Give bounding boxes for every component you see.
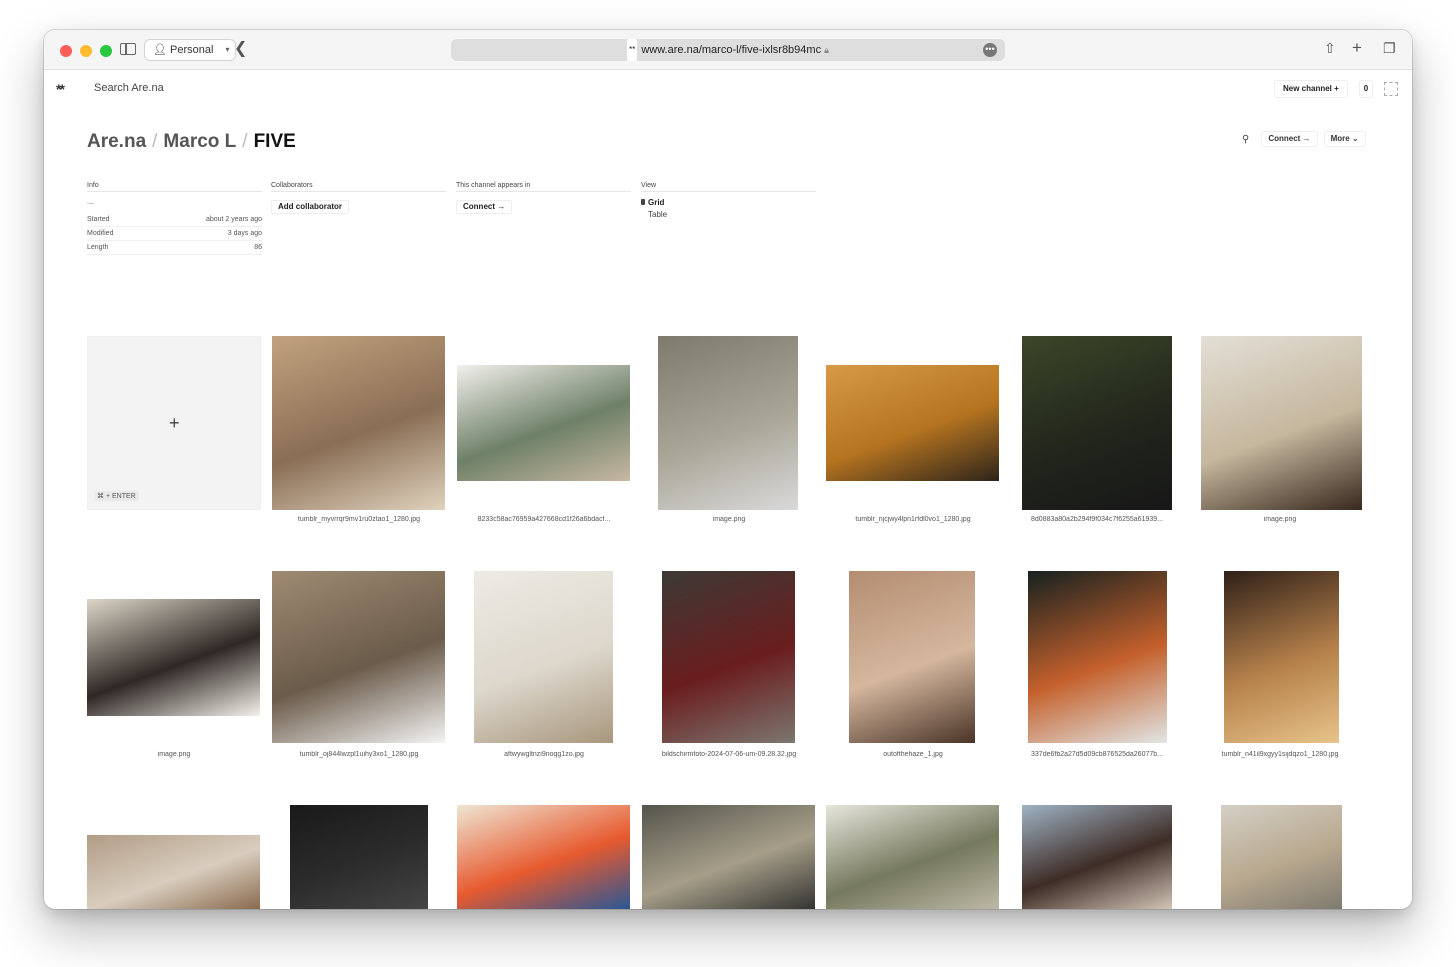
block-thumbnail[interactable] bbox=[457, 805, 630, 909]
block-caption[interactable]: tumblr_oj844lwzpl1uihy3xo1_1280.jpg bbox=[272, 751, 446, 758]
block-thumbnail[interactable] bbox=[474, 571, 613, 743]
block-thumbnail[interactable] bbox=[87, 835, 260, 909]
appears-connect-button[interactable]: Connect → bbox=[456, 200, 513, 214]
length-value: 86 bbox=[254, 244, 262, 251]
browser-window: 👤︎ Personal ▾ ❮ ** www.are.na/marco-l/fiv… bbox=[44, 30, 1412, 909]
view-grid-label: Grid bbox=[648, 198, 665, 207]
selected-dot-icon bbox=[641, 199, 645, 205]
window-controls bbox=[60, 45, 112, 57]
block-thumbnail[interactable] bbox=[1221, 805, 1342, 909]
block-caption[interactable]: outofthehaze_1.jpg bbox=[826, 751, 1000, 758]
profile-switcher[interactable]: 👤︎ Personal ▾ bbox=[144, 39, 237, 61]
notification-count-badge[interactable]: 0 bbox=[1359, 80, 1373, 98]
view-heading: View bbox=[641, 182, 816, 192]
collaborators-section: Collaborators Add collaborator bbox=[271, 182, 446, 214]
arena-logo[interactable]: ** bbox=[56, 81, 65, 97]
browser-toolbar: 👤︎ Personal ▾ ❮ ** www.are.na/marco-l/fiv… bbox=[44, 30, 1412, 70]
block-thumbnail[interactable] bbox=[87, 599, 260, 716]
block-thumbnail[interactable] bbox=[272, 571, 445, 743]
block-caption[interactable]: image.png bbox=[1193, 516, 1367, 523]
sidebar-toggle-icon[interactable] bbox=[120, 43, 136, 55]
share-icon[interactable]: ⇧ bbox=[1324, 41, 1336, 55]
block-caption[interactable]: aftwywgltnzi9noqg1zo.jpg bbox=[457, 751, 631, 758]
view-table-option[interactable]: Table bbox=[648, 210, 816, 219]
add-block-button[interactable]: + ⌘ + ENTER bbox=[87, 336, 261, 510]
modified-value: 3 days ago bbox=[227, 230, 262, 237]
block-thumbnail[interactable] bbox=[1224, 571, 1339, 743]
view-grid-option[interactable]: Grid bbox=[641, 198, 816, 207]
breadcrumb-separator: / bbox=[152, 131, 158, 152]
started-label: Started bbox=[87, 216, 110, 223]
modified-label: Modified bbox=[87, 230, 114, 237]
add-shortcut-hint: ⌘ + ENTER bbox=[94, 491, 139, 501]
collaborators-heading: Collaborators bbox=[271, 182, 446, 192]
more-button[interactable]: More ⌄ bbox=[1323, 131, 1366, 147]
block-thumbnail[interactable] bbox=[658, 336, 798, 510]
search-icon[interactable]: ⚲ bbox=[1242, 134, 1249, 145]
block-caption[interactable]: image.png bbox=[87, 751, 261, 758]
user-avatar-icon[interactable] bbox=[1384, 82, 1398, 96]
appears-in-section: This channel appears in Connect → bbox=[456, 182, 631, 214]
address-bar[interactable]: ** www.are.na/marco-l/five-ixlsr8b94mc 🔒︎ … bbox=[451, 39, 1005, 61]
appears-in-heading: This channel appears in bbox=[456, 182, 631, 192]
url-text: www.are.na/marco-l/five-ixlsr8b94mc bbox=[641, 44, 822, 56]
zoom-window-button[interactable] bbox=[100, 45, 112, 57]
add-collaborator-button[interactable]: Add collaborator bbox=[271, 200, 350, 214]
view-section: View Grid Table bbox=[641, 182, 816, 219]
block-thumbnail[interactable] bbox=[849, 571, 975, 743]
connect-button[interactable]: Connect → bbox=[1261, 131, 1318, 147]
person-icon: 👤︎ bbox=[153, 44, 167, 56]
block-caption[interactable]: tumblr_njcjwy4lpn1rfdl0vo1_1280.jpg bbox=[826, 516, 1000, 523]
block-caption[interactable]: tumblr_n41il9xgyy1sijdqzo1_1280.jpg bbox=[1193, 751, 1367, 758]
breadcrumb-channel: FIVE bbox=[253, 131, 296, 152]
length-label: Length bbox=[87, 244, 109, 251]
plus-icon: + bbox=[169, 413, 180, 433]
info-section: Info — Started about 2 years ago Modifie… bbox=[87, 182, 262, 255]
block-thumbnail[interactable] bbox=[826, 365, 999, 481]
channel-description: — bbox=[87, 200, 94, 207]
info-heading: Info bbox=[87, 182, 262, 192]
new-tab-icon[interactable]: + bbox=[1352, 39, 1362, 56]
breadcrumb: Are.na / Marco L / FIVE bbox=[87, 131, 296, 153]
search-input[interactable]: Search Are.na bbox=[94, 82, 164, 94]
block-thumbnail[interactable] bbox=[1022, 805, 1172, 909]
block-caption[interactable]: 337de6fb2a27d5d09cb876525da26077b... bbox=[1010, 751, 1184, 758]
breadcrumb-root[interactable]: Are.na bbox=[87, 131, 146, 152]
lock-icon: 🔒︎ bbox=[824, 45, 829, 55]
tab-overview-icon[interactable]: ❐ bbox=[1383, 41, 1396, 55]
info-row-modified: Modified 3 days ago bbox=[87, 227, 262, 241]
block-thumbnail[interactable] bbox=[1022, 336, 1172, 510]
block-thumbnail[interactable] bbox=[826, 805, 999, 909]
block-thumbnail[interactable] bbox=[457, 365, 630, 481]
new-channel-button[interactable]: New channel + bbox=[1274, 80, 1348, 98]
profile-label: Personal bbox=[170, 44, 214, 56]
close-window-button[interactable] bbox=[60, 45, 72, 57]
block-thumbnail[interactable] bbox=[1201, 336, 1362, 510]
block-caption[interactable]: tumblr_myvrrqr9mv1ru0ztao1_1280.jpg bbox=[272, 516, 446, 523]
info-row-length: Length 86 bbox=[87, 241, 262, 255]
info-row-started: Started about 2 years ago bbox=[87, 213, 262, 227]
block-caption[interactable]: bildschirmfoto-2024-07-06-um-09.28.32.jp… bbox=[642, 751, 816, 758]
back-arrow-icon[interactable]: ❮ bbox=[234, 41, 247, 57]
breadcrumb-user[interactable]: Marco L bbox=[163, 131, 236, 152]
block-thumbnail[interactable] bbox=[662, 571, 795, 743]
block-thumbnail[interactable] bbox=[1028, 571, 1167, 743]
minimize-window-button[interactable] bbox=[80, 45, 92, 57]
block-thumbnail[interactable] bbox=[290, 805, 428, 909]
block-caption[interactable]: image.png bbox=[642, 516, 816, 523]
started-value: about 2 years ago bbox=[205, 216, 262, 223]
page-menu-icon[interactable]: ••• bbox=[983, 43, 997, 57]
block-thumbnail[interactable] bbox=[272, 336, 445, 510]
breadcrumb-separator: / bbox=[242, 131, 248, 152]
block-caption[interactable]: 8d0883a80a2b294f9f034c7f6255a61939... bbox=[1010, 516, 1184, 523]
block-caption[interactable]: 8233c58ac76959a427668cd1f26a6bdacf... bbox=[457, 516, 631, 523]
block-thumbnail[interactable] bbox=[642, 805, 815, 909]
chevron-down-icon: ▾ bbox=[225, 45, 230, 54]
channel-actions: ⚲ Connect → More ⌄ bbox=[1242, 131, 1366, 147]
site-favicon-icon: ** bbox=[627, 39, 638, 61]
